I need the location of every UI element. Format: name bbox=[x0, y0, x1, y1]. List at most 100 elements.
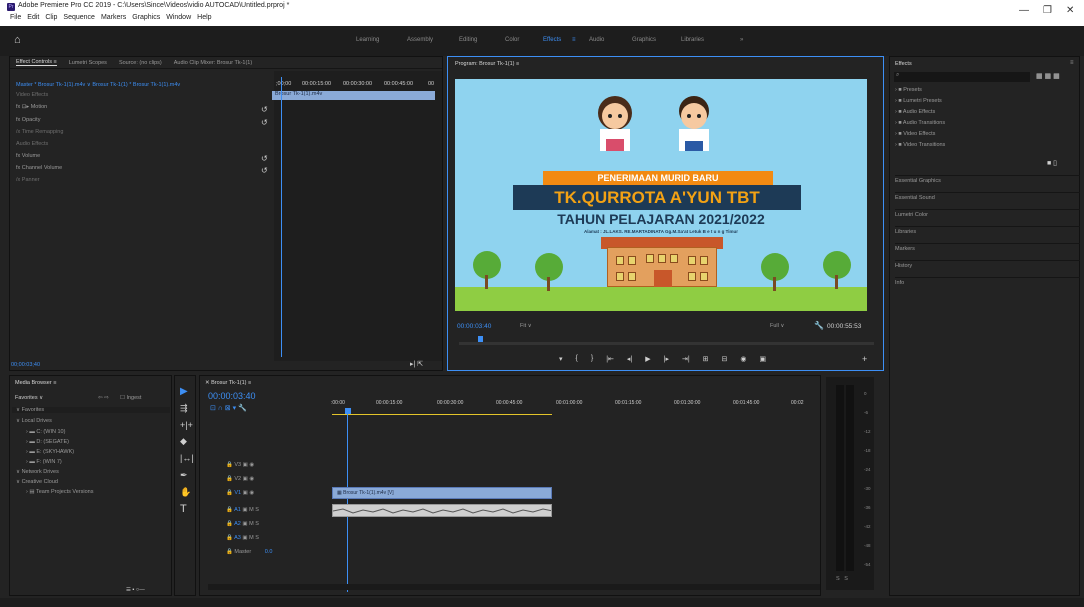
go-to-out-button[interactable]: ⇥| bbox=[682, 355, 690, 363]
ripple-edit-tool-icon[interactable]: +|+ bbox=[180, 420, 193, 430]
new-bin-icon[interactable]: ■ ▯ bbox=[1047, 159, 1057, 167]
nav-arrows-icon[interactable]: ⇦ ⇨ bbox=[98, 395, 109, 401]
reset-motion-icon[interactable]: ↺ bbox=[261, 105, 268, 114]
effects-tree-video-effects[interactable]: › ■ Video Effects bbox=[895, 131, 935, 137]
step-back-button[interactable]: ◂| bbox=[627, 355, 632, 363]
workspace-learning[interactable]: Learning bbox=[356, 37, 379, 43]
master-clip-selector[interactable]: Master * Brosur Tk-1(1).m4v ∨ Brosur Tk-… bbox=[16, 82, 180, 88]
section-info[interactable]: Info bbox=[895, 277, 1080, 286]
ec-current-time[interactable]: 00;00:03;40 bbox=[11, 362, 40, 368]
solo-right[interactable]: S bbox=[844, 576, 848, 582]
effects-tree-video-transitions[interactable]: › ■ Video Transitions bbox=[895, 142, 945, 148]
home-icon[interactable]: ⌂ bbox=[14, 34, 21, 46]
workspace-effects[interactable]: Effects bbox=[543, 37, 561, 43]
master-track-value[interactable]: 0.0 bbox=[265, 549, 273, 555]
section-markers[interactable]: Markers bbox=[895, 243, 1080, 252]
button-editor-button[interactable]: + bbox=[862, 354, 867, 364]
track-a3-mute[interactable]: M bbox=[249, 535, 254, 541]
mark-in-button[interactable]: { bbox=[576, 355, 578, 363]
menu-clip[interactable]: Clip bbox=[45, 14, 57, 21]
effects-tree-lumetri-presets[interactable]: › ■ Lumetri Presets bbox=[895, 98, 942, 104]
track-a1-mute[interactable]: M bbox=[249, 507, 254, 513]
minimize-button[interactable]: — bbox=[1019, 5, 1029, 16]
favorites-dropdown[interactable]: Favorites ∨ bbox=[15, 395, 43, 401]
mark-out-button[interactable]: } bbox=[591, 355, 593, 363]
timeline-horizontal-scrollbar[interactable] bbox=[208, 584, 820, 590]
effects-tree-presets[interactable]: › ■ Presets bbox=[895, 87, 922, 93]
add-marker-button[interactable]: ▾ bbox=[559, 355, 563, 363]
track-select-tool-icon[interactable]: ⇶ bbox=[180, 403, 188, 414]
workspace-graphics[interactable]: Graphics bbox=[632, 37, 656, 43]
ec-row-time-remapping[interactable]: /x Time Remapping bbox=[16, 129, 63, 135]
comparison-view-button[interactable]: ▣ bbox=[760, 355, 767, 363]
slip-tool-icon[interactable]: |↔| bbox=[180, 453, 194, 463]
ingest-checkbox[interactable]: ☐ Ingest bbox=[120, 395, 141, 401]
hand-tool-icon[interactable]: ✋ bbox=[180, 487, 191, 498]
close-button[interactable]: ✕ bbox=[1066, 5, 1074, 16]
track-a1-label[interactable]: A1 bbox=[234, 507, 241, 513]
timeline-timecode[interactable]: 00:00:03:40 bbox=[208, 391, 256, 401]
track-a1-solo[interactable]: S bbox=[255, 507, 259, 513]
export-frame-button[interactable]: ◉ bbox=[740, 355, 746, 363]
track-a3-solo[interactable]: S bbox=[255, 535, 259, 541]
solo-left[interactable]: S bbox=[836, 576, 840, 582]
solo-buttons[interactable]: S S bbox=[836, 576, 848, 582]
reset-channel-volume-icon[interactable]: ↺ bbox=[261, 166, 268, 175]
ec-row-opacity[interactable]: fx Opacity bbox=[16, 117, 40, 123]
ec-row-volume[interactable]: fx Volume bbox=[16, 153, 40, 159]
tab-lumetri-scopes[interactable]: Lumetri Scopes bbox=[69, 60, 107, 66]
fit-dropdown[interactable]: Fit ∨ bbox=[520, 323, 532, 329]
timeline-playhead[interactable] bbox=[347, 414, 348, 592]
menu-sequence[interactable]: Sequence bbox=[63, 14, 95, 21]
menu-markers[interactable]: Markers bbox=[101, 14, 126, 21]
effects-search-input[interactable]: ⌕ bbox=[894, 72, 1030, 82]
maximize-button[interactable]: ❐ bbox=[1043, 5, 1052, 16]
mb-drive-c[interactable]: › ▬ C: (WIN 10) bbox=[26, 429, 65, 435]
razor-tool-icon[interactable]: ◆ bbox=[180, 436, 187, 447]
accelerated-effects-icon[interactable]: ▦ ▦ ▦ bbox=[1036, 72, 1060, 80]
play-button[interactable]: ▶ bbox=[645, 355, 650, 363]
audio-clip[interactable] bbox=[332, 504, 552, 517]
video-clip[interactable]: ▦ Brosur Tk-1(1).m4v [V] bbox=[332, 487, 552, 499]
ec-row-motion[interactable]: fx ⊡▸ Motion bbox=[16, 104, 47, 110]
workspace-color[interactable]: Color bbox=[505, 37, 519, 43]
menu-edit[interactable]: Edit bbox=[27, 14, 39, 21]
track-v1-label[interactable]: V1 bbox=[234, 490, 241, 496]
effects-menu-icon[interactable]: ≡ bbox=[1070, 60, 1074, 66]
pen-tool-icon[interactable]: ✒ bbox=[180, 470, 188, 481]
reset-volume-icon[interactable]: ↺ bbox=[261, 154, 268, 163]
go-to-in-button[interactable]: |⇤ bbox=[606, 355, 614, 363]
program-title[interactable]: Program: Brosur Tk-1(1) ≡ bbox=[455, 61, 519, 67]
workspace-editing[interactable]: Editing bbox=[459, 37, 477, 43]
mb-local-drives[interactable]: ∨ Local Drives bbox=[16, 418, 52, 424]
selection-tool-icon[interactable]: ▶ bbox=[180, 386, 188, 397]
timeline-tab[interactable]: ✕ Brosur Tk-1(1) ≡ bbox=[205, 380, 251, 386]
program-scrubber[interactable] bbox=[459, 342, 874, 345]
track-a2-mute[interactable]: M bbox=[249, 521, 254, 527]
section-essential-graphics[interactable]: Essential Graphics bbox=[895, 175, 1080, 184]
track-a2-solo[interactable]: S bbox=[255, 521, 259, 527]
type-tool-icon[interactable]: T bbox=[180, 503, 187, 515]
mb-network-drives[interactable]: ∨ Network Drives bbox=[16, 469, 59, 475]
extract-button[interactable]: ⊟ bbox=[722, 355, 728, 363]
effects-tree-audio-transitions[interactable]: › ■ Audio Transitions bbox=[895, 120, 945, 126]
mb-creative-cloud[interactable]: ∨ Creative Cloud bbox=[16, 479, 58, 485]
timeline-tools-icons[interactable]: ⊡ ∩ ⊠ ▾ 🔧 bbox=[210, 404, 247, 412]
effects-tree-audio-effects[interactable]: › ■ Audio Effects bbox=[895, 109, 935, 115]
section-essential-sound[interactable]: Essential Sound bbox=[895, 192, 1080, 201]
ec-clip-bar[interactable]: Brosur Tk-1(1).m4v bbox=[272, 91, 435, 100]
ec-playhead[interactable] bbox=[281, 77, 282, 357]
ec-row-panner[interactable]: /x Panner bbox=[16, 177, 40, 183]
track-a2-label[interactable]: A2 bbox=[234, 521, 241, 527]
workspace-audio[interactable]: Audio bbox=[589, 37, 604, 43]
ec-export-icon[interactable]: ▸| ⇱ bbox=[410, 360, 423, 368]
step-forward-button[interactable]: |▸ bbox=[664, 355, 669, 363]
tab-effect-controls[interactable]: Effect Controls ≡ bbox=[16, 59, 57, 66]
workspace-libraries[interactable]: Libraries bbox=[681, 37, 704, 43]
mb-drive-f[interactable]: › ▬ F: (WIN 7) bbox=[26, 459, 62, 465]
track-a3-label[interactable]: A3 bbox=[234, 535, 241, 541]
menu-help[interactable]: Help bbox=[197, 14, 211, 21]
work-area-bar[interactable] bbox=[332, 414, 552, 415]
mb-drive-d[interactable]: › ▬ D: (SEGATE) bbox=[26, 439, 69, 445]
program-playhead[interactable] bbox=[478, 336, 483, 342]
